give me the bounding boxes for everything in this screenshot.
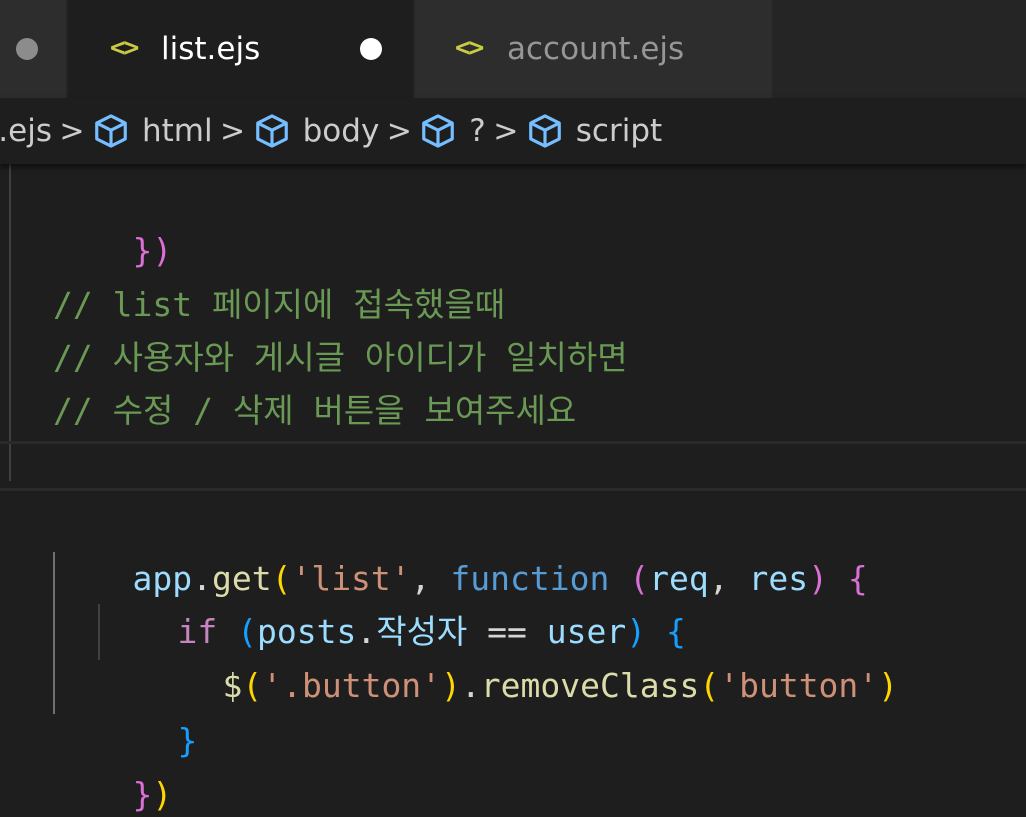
code-brackets-icon: <> xyxy=(455,33,484,63)
breadcrumb-item-script[interactable]: script xyxy=(526,112,662,150)
current-line-highlight xyxy=(0,441,1026,491)
tab-label: account.ejs xyxy=(507,31,685,67)
breadcrumb-item-body[interactable]: body xyxy=(253,112,380,150)
breadcrumb-item-html[interactable]: html xyxy=(92,112,213,150)
breadcrumb-label: st.ejs xyxy=(0,113,52,149)
code-line: $('.button').removeClass('button') xyxy=(0,605,1026,705)
cube-icon xyxy=(528,114,561,148)
code-brackets-icon: <> xyxy=(110,33,139,63)
breadcrumb: st.ejs > html > body > ? > s xyxy=(0,98,1026,164)
breadcrumb-item-unknown[interactable]: ? xyxy=(419,112,486,150)
token-bracket: ) xyxy=(152,775,173,814)
tab-bar: <> list.ejs <> account.ejs xyxy=(0,0,1026,98)
breadcrumb-label: html xyxy=(142,113,213,149)
code-line: }) xyxy=(0,714,1026,814)
unsaved-dot-icon[interactable] xyxy=(360,38,382,60)
breadcrumb-label: body xyxy=(302,113,380,149)
chevron-right-icon: > xyxy=(220,113,246,149)
code-editor[interactable]: }) // list 페이지에 접속했을때 // 사용자와 게시글 아이디가 일… xyxy=(0,164,1026,817)
chevron-right-icon: > xyxy=(59,113,85,149)
chevron-right-icon: > xyxy=(386,113,412,149)
code-line-comment: // 수정 / 삭제 버튼을 보여주세요 xyxy=(53,391,577,430)
tab-previous[interactable] xyxy=(0,0,66,98)
breadcrumb-item-file[interactable]: st.ejs xyxy=(0,113,52,149)
code-line: }) xyxy=(0,170,1026,270)
breadcrumb-label: ? xyxy=(469,113,486,149)
tab-label: list.ejs xyxy=(161,31,261,67)
tab-list-ejs[interactable]: <> list.ejs xyxy=(68,0,413,98)
code-line: if (posts.작성자 == user) { xyxy=(0,551,1026,651)
cube-icon xyxy=(255,114,288,148)
tab-account-ejs[interactable]: <> account.ejs xyxy=(415,0,772,98)
token-bracket: }) xyxy=(132,231,173,270)
code-line-comment: // list 페이지에 접속했을때 xyxy=(53,285,506,324)
code-line-comment: // 사용자와 게시글 아이디가 일치하면 xyxy=(53,338,628,377)
code-line: app.get('list', function (req, res) { xyxy=(0,498,1026,598)
chevron-right-icon: > xyxy=(493,113,519,149)
code-line: } xyxy=(0,660,1026,760)
breadcrumb-label: script xyxy=(575,113,663,149)
cube-icon xyxy=(95,114,127,148)
cube-icon xyxy=(422,114,455,148)
unsaved-dot-icon[interactable] xyxy=(16,38,38,60)
token-bracket: } xyxy=(132,775,153,814)
